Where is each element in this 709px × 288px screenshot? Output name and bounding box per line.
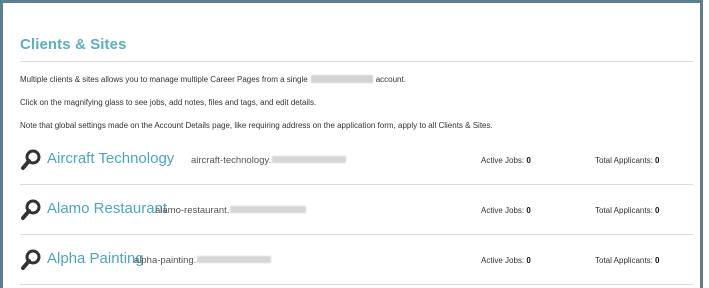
magnifying-glass-icon[interactable] [20, 199, 42, 221]
total-applicants-count: 0 [655, 156, 660, 165]
total-applicants-label: Total Applicants: [595, 256, 653, 265]
subdomain-text: alpha-painting. [134, 255, 197, 266]
total-applicants: Total Applicants: 0 [595, 206, 660, 215]
redacted-domain [272, 156, 347, 163]
page-title: Clients & Sites [20, 36, 127, 53]
client-name-link[interactable]: Alpha Painting [47, 250, 144, 267]
active-jobs-label: Active Jobs: [481, 256, 525, 265]
active-jobs-count: 0 [526, 156, 531, 165]
total-applicants-label: Total Applicants: [595, 156, 653, 165]
client-row: Aircraft Technology aircraft-technology.… [20, 135, 693, 184]
title-divider [20, 61, 693, 62]
active-jobs-count: 0 [526, 256, 531, 265]
intro-text-start: Multiple clients & sites allows you to m… [20, 75, 308, 84]
subdomain-text: alamo-restaurant. [155, 205, 230, 216]
active-jobs: Active Jobs: 0 [481, 256, 531, 265]
subdomain-text: aircraft-technology. [191, 155, 272, 166]
client-subdomain: aircraft-technology. [191, 155, 347, 166]
redacted-domain [197, 256, 272, 263]
active-jobs: Active Jobs: 0 [481, 206, 531, 215]
help-line: Click on the magnifying glass to see job… [20, 98, 317, 107]
clients-sites-panel: Clients & Sites Multiple clients & sites… [0, 0, 703, 288]
active-jobs-label: Active Jobs: [481, 206, 525, 215]
row-divider [20, 284, 693, 285]
client-subdomain: alamo-restaurant. [155, 205, 307, 216]
intro-line: Multiple clients & sites allows you to m… [20, 75, 406, 84]
magnifying-glass-icon[interactable] [20, 149, 42, 171]
total-applicants-count: 0 [655, 206, 660, 215]
active-jobs-count: 0 [526, 206, 531, 215]
client-row: Alpha Painting alpha-painting. Active Jo… [20, 235, 693, 284]
active-jobs-label: Active Jobs: [481, 156, 525, 165]
client-name-link[interactable]: Aircraft Technology [47, 150, 174, 167]
client-row: Alamo Restaurant alamo-restaurant. Activ… [20, 185, 693, 234]
magnifying-glass-icon[interactable] [20, 249, 42, 271]
client-subdomain: alpha-painting. [134, 255, 272, 266]
total-applicants-count: 0 [655, 256, 660, 265]
total-applicants: Total Applicants: 0 [595, 156, 660, 165]
redacted-domain [230, 206, 307, 213]
total-applicants: Total Applicants: 0 [595, 256, 660, 265]
note-line: Note that global settings made on the Ac… [20, 121, 493, 130]
intro-text-end: account. [375, 75, 406, 84]
client-name-link[interactable]: Alamo Restaurant [47, 200, 167, 217]
redacted-brand [310, 75, 373, 83]
active-jobs: Active Jobs: 0 [481, 156, 531, 165]
total-applicants-label: Total Applicants: [595, 206, 653, 215]
